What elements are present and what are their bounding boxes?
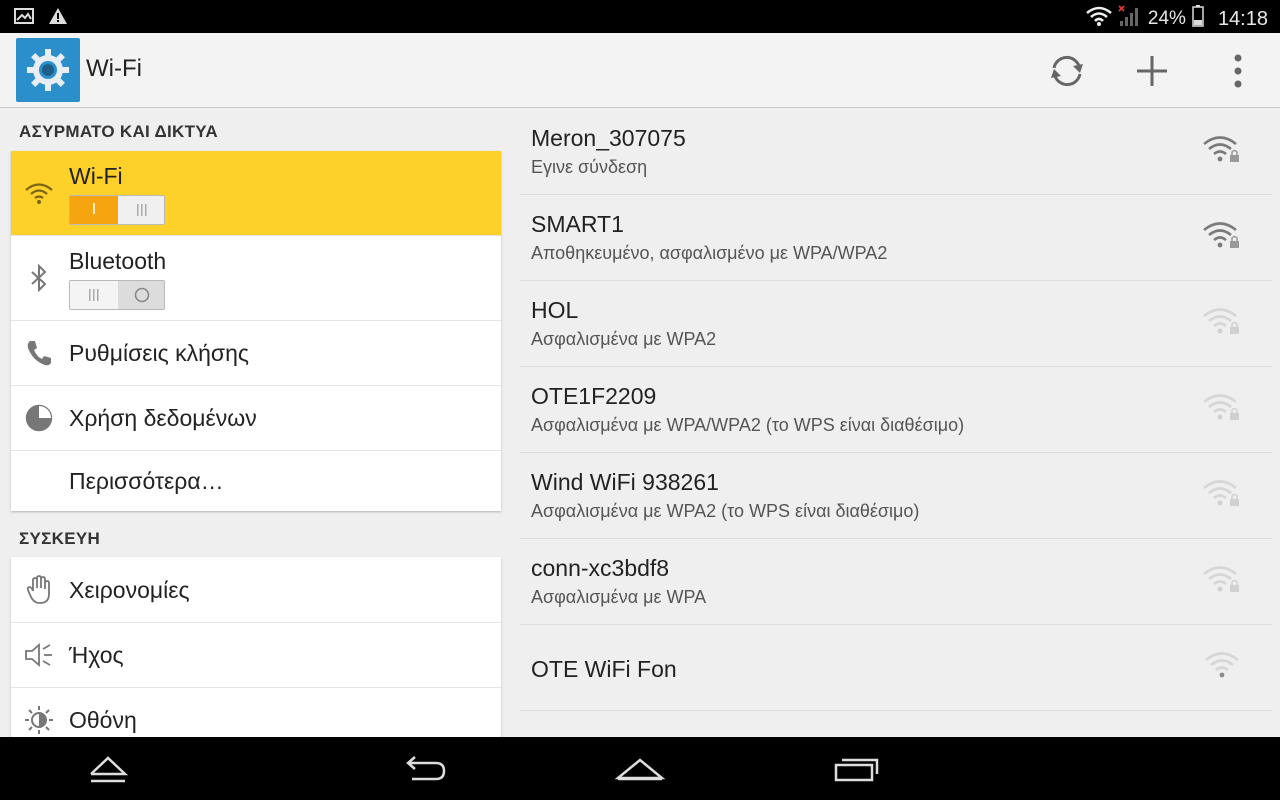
overflow-menu-icon[interactable] [1214, 47, 1262, 95]
network-ssid: SMART1 [531, 211, 624, 237]
add-icon[interactable] [1128, 47, 1176, 95]
network-status: Εγινε σύνδεση [531, 157, 648, 177]
network-ssid: HOL [531, 297, 579, 323]
brightness-icon [23, 704, 55, 736]
network-status: Αποθηκευμένο, ασφαλισμένο με WPA/WPA2 [531, 243, 888, 263]
sidebar-item-sound[interactable]: Ήχος [11, 623, 501, 688]
sidebar-item-more[interactable]: Περισσότερα… [11, 451, 501, 511]
network-item[interactable]: Wind WiFi 938261 Ασφαλισμένα με WPA2 (το… [520, 453, 1272, 539]
bluetooth-toggle[interactable] [69, 280, 165, 310]
warning-icon [48, 7, 68, 30]
sidebar-item-label: Ήχος [69, 642, 124, 668]
hand-gesture-icon [23, 574, 55, 606]
recents-icon[interactable] [826, 749, 886, 789]
page-title: Wi-Fi [86, 55, 142, 82]
gallery-icon [14, 7, 34, 30]
network-ssid: Meron_307075 [531, 125, 686, 151]
wifi-signal-locked-strong-icon [1202, 133, 1242, 169]
action-bar: Wi-Fi [0, 33, 1280, 108]
battery-icon [1192, 5, 1204, 33]
sidebar-item-label: Bluetooth [69, 248, 167, 274]
wifi-signal-locked-weak-icon [1202, 391, 1242, 427]
wireless-card: Wi-Fi I Bluetooth Ρυθμίσεις κλήσης Χρήση… [11, 151, 501, 511]
bluetooth-icon [23, 262, 55, 294]
wifi-icon [23, 177, 55, 209]
network-status: Ασφαλισμένα με WPA [531, 587, 707, 607]
network-item[interactable]: conn-xc3bdf8 Ασφαλισμένα με WPA [520, 539, 1272, 625]
data-usage-icon [23, 402, 55, 434]
sidebar-item-label: Χειρονομίες [69, 577, 190, 603]
settings-gear-icon[interactable] [16, 38, 80, 102]
network-item[interactable]: OTE WiFi Fon [520, 625, 1272, 711]
sidebar-item-data-usage[interactable]: Χρήση δεδομένων [11, 386, 501, 451]
wifi-network-list[interactable]: Meron_307075 Εγινε σύνδεση SMART1 Αποθηκ… [520, 109, 1272, 737]
home-up-icon[interactable] [78, 749, 138, 789]
toggle-thumb [118, 196, 164, 224]
network-ssid: conn-xc3bdf8 [531, 555, 670, 581]
speaker-icon [23, 639, 55, 671]
wifi-signal-locked-weak-icon [1202, 563, 1242, 599]
status-bar: 24% 14:18 [0, 0, 1280, 33]
sidebar-item-label: Οθόνη [69, 707, 137, 733]
sidebar-item-label: Χρήση δεδομένων [69, 405, 257, 431]
network-status: Ασφαλισμένα με WPA2 [531, 329, 717, 349]
section-header-wireless: ΑΣΥΡΜΑΤΟ ΚΑΙ ΔΙΚΤΥΑ [19, 122, 218, 141]
network-status: Ασφαλισμένα με WPA/WPA2 (το WPS είναι δι… [531, 415, 965, 435]
refresh-icon[interactable] [1043, 47, 1091, 95]
toggle-thumb [70, 281, 118, 309]
phone-icon [23, 337, 55, 369]
sidebar-item-label: Ρυθμίσεις κλήσης [69, 340, 249, 366]
signal-icon [1118, 5, 1142, 33]
network-status: Ασφαλισμένα με WPA2 (το WPS είναι διαθέσ… [531, 501, 920, 521]
settings-list[interactable]: ΑΣΥΡΜΑΤΟ ΚΑΙ ΔΙΚΤΥΑ Wi-Fi I Bluetooth Ρυ… [0, 109, 512, 737]
wifi-signal-locked-weak-icon [1202, 305, 1242, 341]
network-ssid: OTE WiFi Fon [531, 656, 677, 682]
network-item[interactable]: HOL Ασφαλισμένα με WPA2 [520, 281, 1272, 367]
sidebar-item-label: Περισσότερα… [69, 468, 224, 494]
sidebar-item-label: Wi-Fi [69, 163, 123, 189]
sidebar-item-display[interactable]: Οθόνη [11, 688, 501, 737]
sidebar-item-wifi[interactable]: Wi-Fi I [11, 151, 501, 236]
wifi-signal-locked-strong-icon [1202, 219, 1242, 255]
wifi-signal-locked-weak-icon [1202, 477, 1242, 513]
network-ssid: Wind WiFi 938261 [531, 469, 719, 495]
sidebar-item-bluetooth[interactable]: Bluetooth [11, 236, 501, 321]
wifi-status-icon [1086, 6, 1112, 32]
device-card: Χειρονομίες Ήχος Οθόνη [11, 557, 501, 737]
wifi-signal-open-weak-icon [1202, 649, 1242, 685]
network-item[interactable]: Meron_307075 Εγινε σύνδεση [520, 109, 1272, 195]
home-icon[interactable] [610, 749, 670, 789]
network-ssid: OTE1F2209 [531, 383, 657, 409]
toggle-on-half: I [70, 196, 118, 224]
wifi-toggle[interactable]: I [69, 195, 165, 225]
network-item[interactable]: SMART1 Αποθηκευμένο, ασφαλισμένο με WPA/… [520, 195, 1272, 281]
section-header-device: ΣΥΣΚΕΥΗ [19, 529, 101, 548]
navigation-bar [0, 737, 1280, 800]
sidebar-item-gestures[interactable]: Χειρονομίες [11, 557, 501, 623]
sidebar-item-call-settings[interactable]: Ρυθμίσεις κλήσης [11, 321, 501, 386]
toggle-off-half [118, 281, 164, 309]
back-icon[interactable] [394, 749, 454, 789]
clock: 14:18 [1217, 7, 1268, 30]
battery-percent: 24% [1147, 8, 1186, 29]
network-item[interactable]: OTE1F2209 Ασφαλισμένα με WPA/WPA2 (το WP… [520, 367, 1272, 453]
